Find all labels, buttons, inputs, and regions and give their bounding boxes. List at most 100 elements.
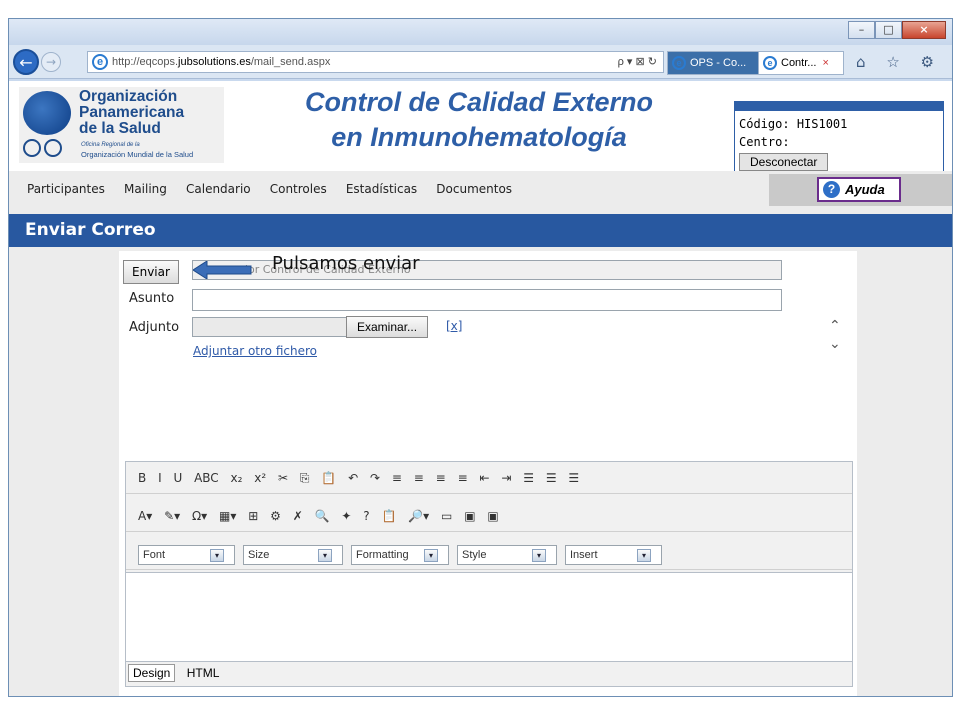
tab-control[interactable]: e Contr... ×	[758, 51, 844, 75]
forward-button[interactable]: →	[41, 52, 61, 72]
address-bar[interactable]: e http://eqcops.jubsolutions.es/mail_sen…	[87, 51, 664, 73]
layer2-icon[interactable]: ▣	[487, 509, 498, 523]
numbered-list-icon[interactable]: ☰	[546, 471, 557, 485]
annotation-text: Pulsamos enviar	[272, 253, 420, 274]
address-tools-icons[interactable]: ρ ▾ ⊠ ↻	[618, 52, 657, 72]
scroll-up-icon[interactable]: ⌃	[829, 317, 841, 335]
scroll-down-icon[interactable]: ⌄	[829, 335, 841, 353]
insert-dropdown[interactable]: Insert ▾	[565, 545, 662, 565]
mail-form: Enviar dor Control de Calidad Externo Pu…	[119, 251, 857, 696]
cut-icon[interactable]: ✂	[278, 471, 288, 485]
disconnect-button[interactable]: Desconectar	[739, 153, 829, 171]
formatting-dropdown[interactable]: Formatting ▾	[351, 545, 449, 565]
font-dropdown[interactable]: Font ▾	[138, 545, 235, 565]
ie-icon: e	[763, 56, 777, 70]
seals-icon	[23, 139, 79, 159]
subscript-icon[interactable]: x₂	[231, 471, 243, 485]
italic-icon[interactable]: I	[158, 471, 162, 485]
help-icon: ?	[823, 181, 840, 198]
link-icon[interactable]: ⚙	[270, 509, 281, 523]
menu-item-estadisticas[interactable]: Estadísticas	[346, 182, 417, 196]
menu-item-documentos[interactable]: Documentos	[436, 182, 512, 196]
style-dropdown[interactable]: Style ▾	[457, 545, 557, 565]
scroll-arrows[interactable]: ⌃ ⌄	[829, 317, 841, 353]
editor-toolbar-row2: A▾ ✎▾ Ω▾ ▦▾ ⊞ ⚙ ✗ 🔍 ✦ ? 📋 🔎▾ ▭ ▣ ▣	[126, 500, 852, 532]
minimize-button[interactable]: –	[848, 21, 875, 39]
table-icon[interactable]: ▦▾	[219, 509, 236, 523]
unlink-icon[interactable]: ✗	[293, 509, 303, 523]
subject-input[interactable]	[192, 289, 782, 311]
undo-icon[interactable]: ↶	[348, 471, 358, 485]
menu-item-mailing[interactable]: Mailing	[124, 182, 167, 196]
maximize-button[interactable]: □	[875, 21, 902, 39]
attachment-label: Adjunto	[129, 320, 180, 335]
outdent-icon[interactable]: ⇤	[479, 471, 489, 485]
remove-attachment-link[interactable]: [x]	[446, 319, 462, 333]
bullet-list-icon[interactable]: ☰	[523, 471, 534, 485]
home-star-gear-icons[interactable]: ⌂ ☆ ⚙	[856, 53, 942, 71]
help-icon[interactable]: ?	[363, 509, 369, 523]
justify-icon[interactable]: ≡	[458, 471, 468, 485]
help-label: Ayuda	[845, 182, 885, 197]
insert-box-icon[interactable]: ⊞	[248, 509, 258, 523]
paste-word-icon[interactable]: 📋	[381, 509, 396, 523]
page-title: Control de Calidad Externo en Inmunohema…	[304, 87, 654, 152]
tab-label: OPS - Co...	[690, 57, 747, 69]
menu-item-controles[interactable]: Controles	[270, 182, 327, 196]
site-header: Organización Panamericana de la Salud Of…	[9, 81, 952, 181]
editor-content-area[interactable]	[126, 572, 852, 662]
close-window-button[interactable]: ×	[902, 21, 946, 39]
tab-design[interactable]: Design	[128, 664, 176, 682]
frame-icon[interactable]: ▭	[441, 509, 452, 523]
align-center-icon[interactable]: ≡	[414, 471, 424, 485]
codigo-value: HIS1001	[796, 117, 848, 131]
find-icon[interactable]: 🔍	[315, 509, 330, 523]
copy-icon[interactable]: ⎘	[300, 471, 310, 485]
highlight-icon[interactable]: ✎▾	[164, 509, 180, 523]
tab-html[interactable]: HTML	[182, 664, 225, 682]
superscript-icon[interactable]: x²	[254, 471, 266, 485]
paint-icon[interactable]: ✦	[341, 509, 351, 523]
menu-item-calendario[interactable]: Calendario	[186, 182, 251, 196]
main-menu: Participantes Mailing Calendario Control…	[9, 171, 952, 209]
indent-icon[interactable]: ⇥	[501, 471, 511, 485]
chevron-down-icon: ▾	[210, 549, 224, 562]
back-button[interactable]: ←	[13, 49, 39, 75]
tab-label: Contr...	[781, 57, 817, 69]
file-input[interactable]	[192, 317, 347, 337]
layer-icon[interactable]: ▣	[464, 509, 475, 523]
redo-icon[interactable]: ↷	[370, 471, 380, 485]
paste-icon[interactable]: 📋	[321, 471, 336, 485]
list-icon[interactable]: ☰	[568, 471, 579, 485]
centro-label: Centro:	[739, 135, 790, 149]
paho-logo[interactable]: Organización Panamericana de la Salud Of…	[19, 87, 224, 163]
section-title: Enviar Correo	[9, 214, 952, 247]
strikethrough-icon[interactable]: ABC	[194, 471, 219, 485]
window-titlebar: – □ ×	[9, 19, 952, 45]
chevron-down-icon: ▾	[637, 549, 651, 562]
zoom-icon[interactable]: 🔎▾	[408, 509, 429, 523]
chevron-down-icon: ▾	[318, 549, 332, 562]
align-right-icon[interactable]: ≡	[436, 471, 446, 485]
logo-name: Organización Panamericana de la Salud	[79, 88, 185, 137]
address-path: /mail_send.aspx	[250, 56, 331, 68]
help-area: ? Ayuda	[769, 174, 952, 206]
size-dropdown[interactable]: Size ▾	[243, 545, 343, 565]
editor-toolbar-row3: Font ▾ Size ▾ Formatting ▾ Style ▾ Insert ▾	[126, 542, 852, 570]
browse-button[interactable]: Examinar...	[346, 316, 429, 338]
add-file-link[interactable]: Adjuntar otro fichero	[193, 344, 317, 358]
special-char-icon[interactable]: Ω▾	[192, 509, 207, 523]
font-color-icon[interactable]: A▾	[138, 509, 152, 523]
chevron-down-icon: ▾	[424, 549, 438, 562]
send-button[interactable]: Enviar	[123, 260, 179, 284]
underline-icon[interactable]: U	[173, 471, 182, 485]
tab-ops[interactable]: e OPS - Co...	[667, 51, 759, 75]
window-controls: – □ ×	[848, 21, 946, 39]
bold-icon[interactable]: B	[138, 471, 146, 485]
editor-toolbar-row1: B I U ABC x₂ x² ✂ ⎘ 📋 ↶ ↷ ≡ ≡ ≡ ≡ ⇤ ⇥ ☰ …	[126, 462, 852, 494]
menu-item-participantes[interactable]: Participantes	[27, 182, 105, 196]
logo-sub2: Organización Mundial de la Salud	[81, 150, 194, 159]
close-tab-icon[interactable]: ×	[822, 57, 828, 69]
align-left-icon[interactable]: ≡	[392, 471, 402, 485]
help-button[interactable]: ? Ayuda	[817, 177, 901, 202]
